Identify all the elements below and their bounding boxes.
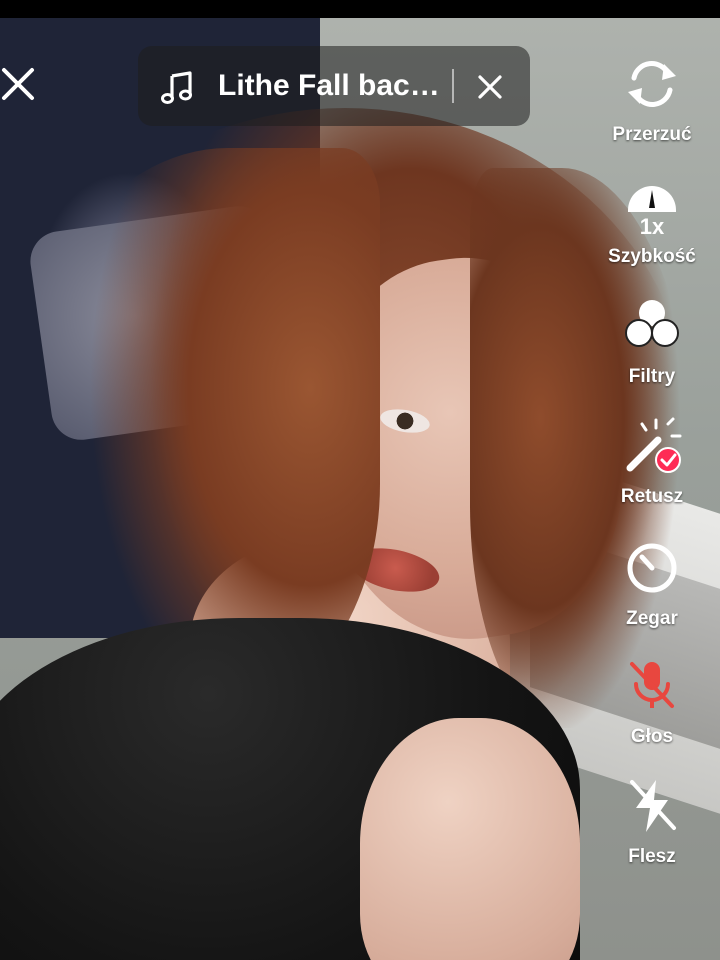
speed-icon: 1x: [622, 176, 682, 239]
close-icon: [478, 75, 502, 99]
flip-camera-label: Przerzuć: [612, 124, 692, 145]
remove-sound-button[interactable]: [472, 69, 508, 105]
flash-off-icon: [622, 776, 682, 836]
filters-label: Filtry: [628, 366, 676, 387]
camera-toolbar: Przerzuć 1x Szybkość Filtry Retusz Zegar…: [592, 54, 720, 884]
speed-label: Szybkość: [608, 246, 696, 267]
flip-camera-icon: [622, 54, 682, 114]
timer-label: Zegar: [626, 608, 678, 629]
timer-button[interactable]: Zegar: [592, 538, 720, 648]
sound-title[interactable]: Lithe Fall bac…: [218, 68, 458, 104]
music-note-icon: [160, 70, 196, 106]
subject-shoulder: [360, 718, 580, 960]
close-icon: [2, 68, 34, 100]
status-bar: [0, 0, 720, 18]
flash-button[interactable]: Flesz: [592, 776, 720, 886]
filters-icon: [622, 296, 682, 356]
flip-camera-button[interactable]: Przerzuć: [592, 54, 720, 164]
microphone-label: Głos: [630, 726, 674, 747]
sound-divider: [452, 69, 454, 103]
speed-badge: 1x: [640, 214, 665, 236]
filters-button[interactable]: Filtry: [592, 296, 720, 406]
beauty-icon: [622, 416, 682, 476]
flash-label: Flesz: [628, 846, 676, 867]
microphone-button[interactable]: Głos: [592, 656, 720, 766]
mic-off-icon: [622, 656, 682, 716]
close-camera-button[interactable]: [0, 66, 40, 106]
beauty-label: Retusz: [620, 486, 684, 507]
beauty-button[interactable]: Retusz: [592, 416, 720, 526]
speed-button[interactable]: 1x Szybkość: [592, 176, 720, 286]
timer-icon: [622, 538, 682, 598]
